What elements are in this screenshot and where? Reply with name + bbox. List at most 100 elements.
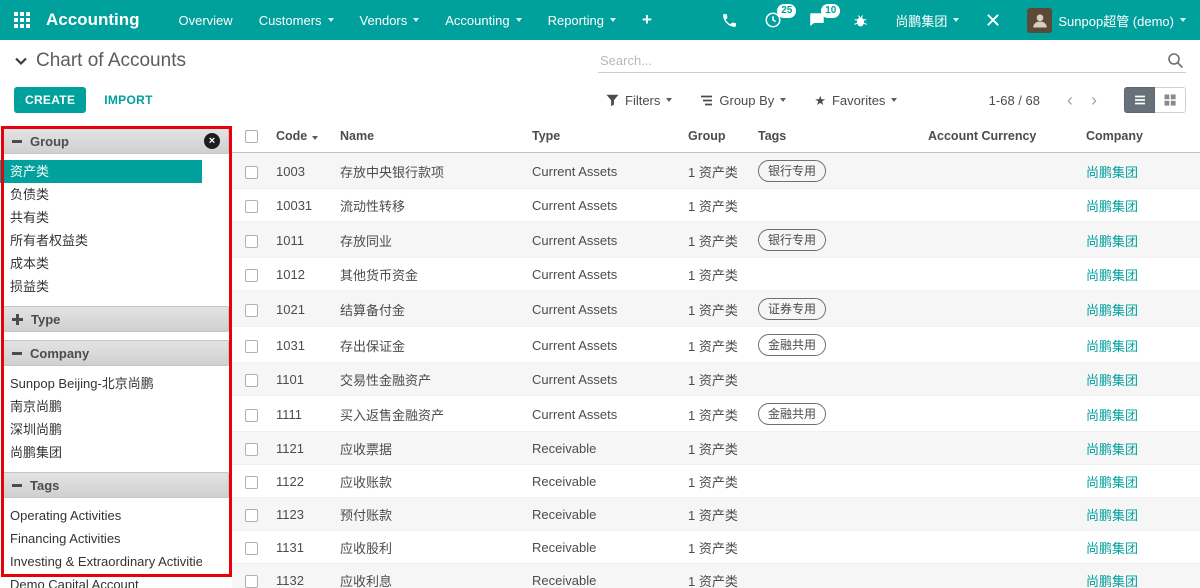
import-button[interactable]: IMPORT — [104, 93, 152, 107]
row-checkbox[interactable] — [245, 235, 258, 248]
row-checkbox[interactable] — [245, 409, 258, 422]
row-checkbox[interactable] — [245, 304, 258, 317]
row-checkbox[interactable] — [245, 269, 258, 282]
row-checkbox[interactable] — [245, 542, 258, 555]
phone-button[interactable] — [721, 12, 738, 29]
filter-item[interactable]: 损益类 — [0, 275, 202, 298]
row-checkbox[interactable] — [245, 443, 258, 456]
row-checkbox[interactable] — [245, 575, 258, 588]
table-row[interactable]: 1121应收票据Receivable1 资产类尚鹏集团 — [232, 432, 1200, 465]
filter-section-header-tags[interactable]: Tags — [3, 472, 229, 498]
row-checkbox[interactable] — [245, 166, 258, 179]
group-value: 1 资产类 — [688, 408, 738, 423]
company-link[interactable]: 尚鹏集团 — [1086, 268, 1138, 283]
nav-menu-customers[interactable]: Customers — [246, 0, 347, 40]
filter-item[interactable]: Sunpop Beijing-北京尚鹏 — [0, 372, 202, 395]
list-view-button[interactable] — [1124, 87, 1155, 113]
company-link[interactable]: 尚鹏集团 — [1086, 234, 1138, 249]
column-header-name[interactable]: Name — [336, 118, 528, 153]
table-row[interactable]: 1012其他货币资金Current Assets1 资产类尚鹏集团 — [232, 258, 1200, 291]
row-checkbox[interactable] — [245, 340, 258, 353]
apps-menu-icon[interactable] — [14, 12, 30, 28]
chevron-down-icon[interactable] — [14, 55, 28, 67]
column-header-code[interactable]: Code — [272, 118, 336, 153]
nav-menu-new[interactable]: + — [629, 0, 665, 40]
filter-item[interactable]: 负债类 — [0, 183, 202, 206]
table-row[interactable]: 1122应收账款Receivable1 资产类尚鹏集团 — [232, 465, 1200, 498]
table-row[interactable]: 1111买入返售金融资产Current Assets1 资产类金融共用尚鹏集团 — [232, 396, 1200, 432]
search-input[interactable] — [600, 53, 1167, 68]
select-all-checkbox[interactable] — [245, 130, 258, 143]
filter-item[interactable]: 深圳尚鹏 — [0, 418, 202, 441]
filter-item[interactable]: Operating Activities — [0, 504, 202, 527]
clear-filter-icon[interactable]: × — [204, 133, 220, 149]
group-cell: 1 资产类 — [684, 291, 754, 327]
name-cell: 存出保证金 — [336, 327, 528, 363]
row-checkbox[interactable] — [245, 476, 258, 489]
filter-item[interactable]: Investing & Extraordinary Activities — [0, 550, 202, 573]
table-row[interactable]: 1011存放同业Current Assets1 资产类银行专用尚鹏集团 — [232, 222, 1200, 258]
kanban-view-icon — [1163, 93, 1177, 107]
column-header-group[interactable]: Group — [684, 118, 754, 153]
nav-menu-reporting[interactable]: Reporting — [535, 0, 629, 40]
app-title[interactable]: Accounting — [46, 10, 140, 30]
filter-item[interactable]: Demo Capital Account — [0, 573, 202, 588]
table-row[interactable]: 1021结算备付金Current Assets1 资产类证券专用尚鹏集团 — [232, 291, 1200, 327]
filter-item[interactable]: Financing Activities — [0, 527, 202, 550]
activities-button[interactable]: 25 — [764, 11, 782, 29]
company-link[interactable]: 尚鹏集团 — [1086, 165, 1138, 180]
table-row[interactable]: 10031流动性转移Current Assets1 资产类尚鹏集团 — [232, 189, 1200, 222]
column-header-company[interactable]: Company — [1082, 118, 1200, 153]
table-row[interactable]: 1031存出保证金Current Assets1 资产类金融共用尚鹏集团 — [232, 327, 1200, 363]
group-by-label: Group By — [719, 93, 774, 108]
column-header-type[interactable]: Type — [528, 118, 684, 153]
filter-section-group: Group× 资产类负债类共有类所有者权益类成本类损益类 — [0, 128, 232, 298]
group-by-button[interactable]: Group By — [700, 93, 786, 108]
kanban-view-button[interactable] — [1155, 87, 1186, 113]
nav-menu-accounting[interactable]: Accounting — [432, 0, 534, 40]
filter-item[interactable]: 南京尚鹏 — [0, 395, 202, 418]
table-row[interactable]: 1123预付账款Receivable1 资产类尚鹏集团 — [232, 498, 1200, 531]
developer-tools-icon[interactable] — [985, 12, 1001, 28]
group-value: 1 资产类 — [688, 442, 738, 457]
company-link[interactable]: 尚鹏集团 — [1086, 303, 1138, 318]
favorites-button[interactable]: ★ Favorites — [814, 93, 897, 108]
search-icon[interactable] — [1167, 52, 1184, 69]
filters-button[interactable]: Filters — [606, 93, 672, 108]
company-link[interactable]: 尚鹏集团 — [1086, 541, 1138, 556]
filter-item[interactable]: 尚鹏集团 — [0, 441, 202, 464]
filter-section-header-type[interactable]: Type — [3, 306, 229, 332]
nav-menu-overview[interactable]: Overview — [166, 0, 246, 40]
table-row[interactable]: 1131应收股利Receivable1 资产类尚鹏集团 — [232, 531, 1200, 564]
table-row[interactable]: 1101交易性金融资产Current Assets1 资产类尚鹏集团 — [232, 363, 1200, 396]
filter-item[interactable]: 资产类 — [0, 160, 202, 183]
filter-item[interactable]: 共有类 — [0, 206, 202, 229]
filter-item[interactable]: 成本类 — [0, 252, 202, 275]
bug-icon[interactable] — [852, 12, 869, 29]
create-button[interactable]: CREATE — [14, 87, 86, 113]
messages-button[interactable]: 10 — [808, 11, 826, 29]
row-checkbox[interactable] — [245, 374, 258, 387]
filter-section-header-company[interactable]: Company — [3, 340, 229, 366]
column-header-account-currency[interactable]: Account Currency — [924, 118, 1082, 153]
user-menu[interactable]: Sunpop超管 (demo) — [1027, 8, 1186, 33]
company-link[interactable]: 尚鹏集团 — [1086, 442, 1138, 457]
row-checkbox[interactable] — [245, 200, 258, 213]
company-switcher[interactable]: 尚鹏集团 — [895, 11, 959, 30]
company-link[interactable]: 尚鹏集团 — [1086, 574, 1138, 588]
table-row[interactable]: 1003存放中央银行款项Current Assets1 资产类银行专用尚鹏集团 — [232, 153, 1200, 189]
column-header-tags[interactable]: Tags — [754, 118, 924, 153]
company-link[interactable]: 尚鹏集团 — [1086, 373, 1138, 388]
company-link[interactable]: 尚鹏集团 — [1086, 339, 1138, 354]
company-link[interactable]: 尚鹏集团 — [1086, 508, 1138, 523]
filter-section-header-group[interactable]: Group× — [3, 128, 229, 154]
row-checkbox[interactable] — [245, 509, 258, 522]
company-link[interactable]: 尚鹏集团 — [1086, 475, 1138, 490]
company-link[interactable]: 尚鹏集团 — [1086, 408, 1138, 423]
pager-next-button[interactable]: › — [1082, 91, 1106, 109]
nav-menu-vendors[interactable]: Vendors — [347, 0, 433, 40]
company-link[interactable]: 尚鹏集团 — [1086, 199, 1138, 214]
filter-item[interactable]: 所有者权益类 — [0, 229, 202, 252]
table-row[interactable]: 1132应收利息Receivable1 资产类尚鹏集团 — [232, 564, 1200, 588]
pager-previous-button[interactable]: ‹ — [1058, 91, 1082, 109]
